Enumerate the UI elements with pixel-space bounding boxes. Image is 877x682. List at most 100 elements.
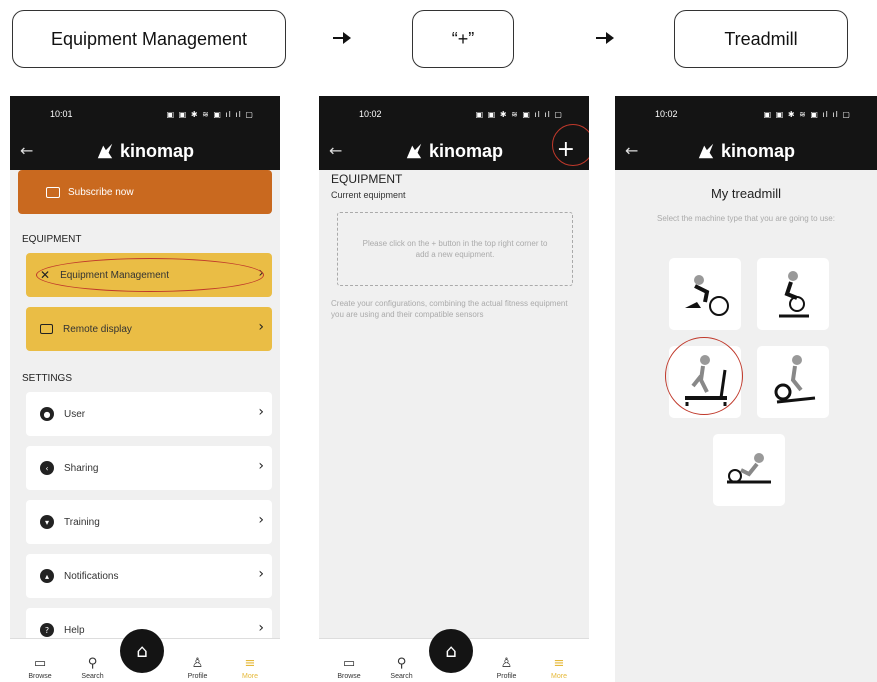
equipment-description: Create your configurations, combining th… (331, 299, 568, 320)
menu-item-label: Help (64, 624, 85, 636)
user-icon: ● (40, 407, 54, 421)
nav-label: Profile (187, 673, 208, 680)
nav-label: Search (81, 673, 104, 680)
app-name: kinomap (720, 140, 795, 161)
menu-item-label: User (64, 408, 86, 420)
kinomap-logo: kinomap (96, 141, 194, 162)
card-icon (46, 186, 60, 198)
status-icons: ▣ ▣ ✱ ≋ ▣ ıl ıl ▢ (166, 109, 254, 119)
chevron-right-icon: › (258, 404, 264, 420)
nav-label: Search (390, 673, 413, 680)
bottom-nav: ▭ Browse ⚲ Search ⌂ ♙ Profile ≡ More (319, 629, 589, 682)
nav-profile[interactable]: ♙ Profile (487, 639, 527, 682)
nav-label: More (242, 673, 258, 680)
section-equipment: EQUIPMENT (22, 234, 82, 245)
home-button[interactable]: ⌂ (120, 629, 164, 673)
back-arrow-icon[interactable]: ← (625, 141, 638, 160)
highlight-ring (36, 258, 264, 292)
app-bar: ← kinomap + (319, 132, 589, 170)
machine-type-instruction: Select the machine type that you are goi… (657, 214, 835, 223)
status-bar: 10:02 ▣ ▣ ✱ ≋ ▣ ıl ıl ▢ (319, 96, 589, 132)
subscribe-label: Subscribe now (68, 186, 134, 198)
kinomap-logo-icon (97, 143, 113, 159)
chevron-right-icon: › (258, 458, 264, 474)
chevron-right-icon: › (258, 566, 264, 582)
equipment-content: EQUIPMENT Current equipment Please click… (319, 170, 589, 638)
home-icon: ⌂ (445, 640, 457, 662)
nav-more[interactable]: ≡ More (539, 639, 579, 682)
bottom-nav: ▭ Browse ⚲ Search ⌂ ♙ Profile ≡ More (10, 629, 280, 682)
empty-equipment-box: Please click on the + button in the top … (337, 212, 573, 286)
status-icons: ▣ ▣ ✱ ≋ ▣ ıl ıl ▢ (475, 109, 563, 119)
nav-label: Browse (28, 673, 52, 680)
menu-item-label: Sharing (64, 462, 99, 474)
menu-item-user[interactable]: ● User › (26, 392, 272, 436)
phone-more-menu: 10:01 ▣ ▣ ✱ ≋ ▣ ıl ıl ▢ ← kinomap Subscr… (10, 96, 280, 682)
step-label-equipment-management: Equipment Management (12, 10, 286, 68)
menu-icon: ≡ (553, 656, 565, 671)
machine-tile-bike-trainer[interactable] (669, 258, 741, 330)
profile-icon: ♙ (191, 656, 204, 671)
menu-item-remote-display[interactable]: Remote display › (26, 307, 272, 351)
home-icon: ⌂ (136, 640, 148, 662)
subscribe-button[interactable]: Subscribe now (18, 170, 272, 214)
highlight-ring (552, 124, 589, 166)
highlight-ring (665, 337, 743, 415)
empty-hint: Please click on the + button in the top … (362, 238, 548, 259)
phone-equipment: 10:02 ▣ ▣ ✱ ≋ ▣ ıl ıl ▢ ← kinomap + EQUI… (319, 96, 589, 682)
elliptical-icon (774, 355, 816, 404)
menu-icon: ≡ (244, 656, 256, 671)
chevron-right-icon: › (258, 620, 264, 636)
current-equipment-label: Current equipment (331, 190, 406, 200)
search-icon: ⚲ (87, 656, 98, 671)
phone-treadmill: 10:02 ▣ ▣ ✱ ≋ ▣ ıl ıl ▢ ← kinomap My tre… (615, 96, 877, 682)
back-arrow-icon[interactable]: ← (329, 141, 342, 160)
monitor-icon (40, 324, 53, 334)
profile-icon: ♙ (500, 656, 513, 671)
page-title: EQUIPMENT (331, 172, 403, 186)
menu-item-sharing[interactable]: ‹ Sharing › (26, 446, 272, 490)
trophy-icon: ▾ (40, 515, 54, 529)
chevron-right-icon: › (258, 512, 264, 528)
step-label-plus: “+” (412, 10, 514, 68)
browse-icon: ▭ (342, 656, 356, 671)
kinomap-logo-icon (698, 143, 714, 159)
kinomap-logo-icon (406, 143, 422, 159)
menu-item-training[interactable]: ▾ Training › (26, 500, 272, 544)
chevron-right-icon: › (258, 319, 264, 335)
bell-icon: ▴ (40, 569, 54, 583)
app-name: kinomap (428, 140, 503, 161)
arrow-right-icon (333, 30, 351, 46)
nav-search[interactable]: ⚲ Search (382, 639, 422, 682)
nav-browse[interactable]: ▭ Browse (20, 639, 60, 682)
bike-trainer-icon (685, 275, 729, 316)
rower-icon (727, 453, 771, 484)
menu-item-notifications[interactable]: ▴ Notifications › (26, 554, 272, 598)
search-icon: ⚲ (396, 656, 407, 671)
machine-tile-spin-bike[interactable] (757, 258, 829, 330)
browse-icon: ▭ (33, 656, 47, 671)
section-settings: SETTINGS (22, 373, 73, 384)
status-time: 10:02 (655, 109, 678, 119)
nav-profile[interactable]: ♙ Profile (178, 639, 218, 682)
app-bar: ← kinomap (10, 132, 280, 170)
status-time: 10:01 (50, 109, 73, 119)
status-bar: 10:02 ▣ ▣ ✱ ≋ ▣ ıl ıl ▢ (615, 96, 877, 132)
menu-item-label: Remote display (63, 323, 132, 335)
nav-label: More (551, 673, 567, 680)
spin-bike-icon (779, 271, 809, 318)
home-button[interactable]: ⌂ (429, 629, 473, 673)
nav-label: Browse (337, 673, 361, 680)
machine-tile-rower[interactable] (713, 434, 785, 506)
nav-search[interactable]: ⚲ Search (73, 639, 113, 682)
back-arrow-icon[interactable]: ← (20, 141, 33, 160)
more-content: Subscribe now EQUIPMENT ✕ Equipment Mana… (10, 170, 280, 638)
status-time: 10:02 (359, 109, 382, 119)
treadmill-content: My treadmill Select the machine type tha… (615, 170, 877, 682)
machine-tile-elliptical[interactable] (757, 346, 829, 418)
nav-browse[interactable]: ▭ Browse (329, 639, 369, 682)
menu-item-label: Notifications (64, 570, 119, 582)
status-bar: 10:01 ▣ ▣ ✱ ≋ ▣ ıl ıl ▢ (10, 96, 280, 132)
nav-more[interactable]: ≡ More (230, 639, 270, 682)
help-icon: ? (40, 623, 54, 637)
